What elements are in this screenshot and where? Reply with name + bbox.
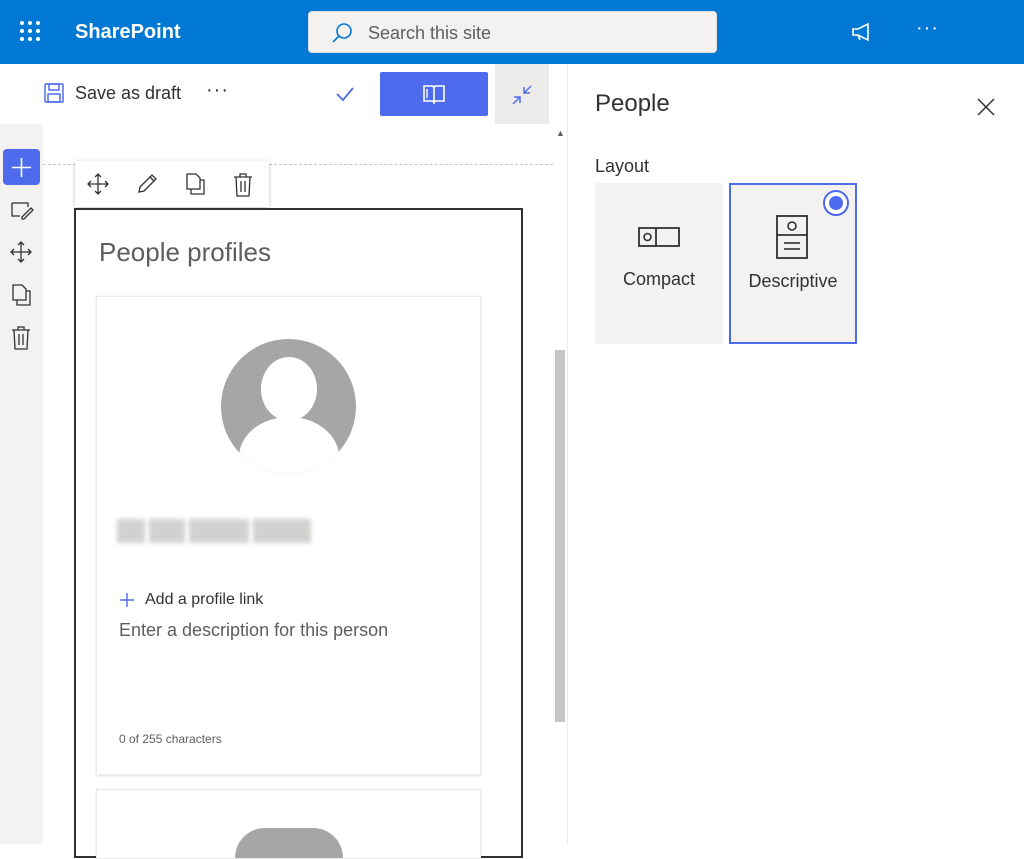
plus-icon [12,158,31,177]
copy-section-icon[interactable] [10,284,32,306]
avatar [235,828,343,858]
description-input[interactable]: Enter a description for this person [119,620,388,641]
app-name[interactable]: SharePoint [75,21,181,44]
suite-more-button[interactable]: ··· [916,17,939,40]
property-pane [567,64,1024,844]
search-box[interactable]: Search this site [308,11,717,53]
delete-section-icon[interactable] [10,326,32,350]
character-count: 0 of 255 characters [119,732,222,746]
megaphone-icon[interactable] [850,21,876,43]
suite-bar: SharePoint Search this site ··· [0,0,1024,64]
layout-option-label: Descriptive [748,271,838,291]
pencil-icon[interactable] [136,173,158,195]
section-toolbar [0,124,43,844]
save-as-draft-button[interactable]: Save as draft [43,82,181,104]
check-icon[interactable] [335,84,355,104]
search-placeholder: Search this site [368,23,492,43]
save-as-draft-label: Save as draft [75,82,182,103]
close-icon[interactable] [976,97,996,117]
add-profile-link-label: Add a profile link [145,591,264,608]
waffle-icon[interactable] [20,21,44,45]
descriptive-layout-icon [776,215,808,259]
publish-button[interactable] [380,72,488,116]
search-icon [332,23,352,43]
webpart-title[interactable]: People profiles [99,237,271,268]
pane-title: People [595,90,670,117]
edit-section-icon[interactable] [10,200,34,220]
layout-option-compact[interactable]: Compact [595,183,723,344]
copy-icon[interactable] [184,173,206,195]
collapse-icon [512,85,532,105]
layout-label: Layout [595,156,650,176]
avatar [221,339,356,474]
command-more-button[interactable]: ··· [206,79,229,102]
move-icon[interactable] [87,173,109,195]
scroll-thumb[interactable] [555,350,565,722]
person-name-redacted [117,519,311,543]
plus-icon [120,593,134,607]
save-icon [44,83,64,103]
webpart-toolbar [75,161,269,207]
delete-icon[interactable] [232,173,254,197]
collapse-button[interactable] [495,64,549,124]
book-icon [423,85,445,104]
add-section-button[interactable] [3,149,40,185]
scroll-up-arrow[interactable]: ▲ [556,128,565,138]
layout-option-label: Compact [622,269,696,289]
move-section-icon[interactable] [10,241,32,263]
compact-layout-icon [638,227,680,247]
selected-radio-indicator[interactable] [823,190,849,216]
add-profile-link-button[interactable]: Add a profile link [119,591,263,609]
